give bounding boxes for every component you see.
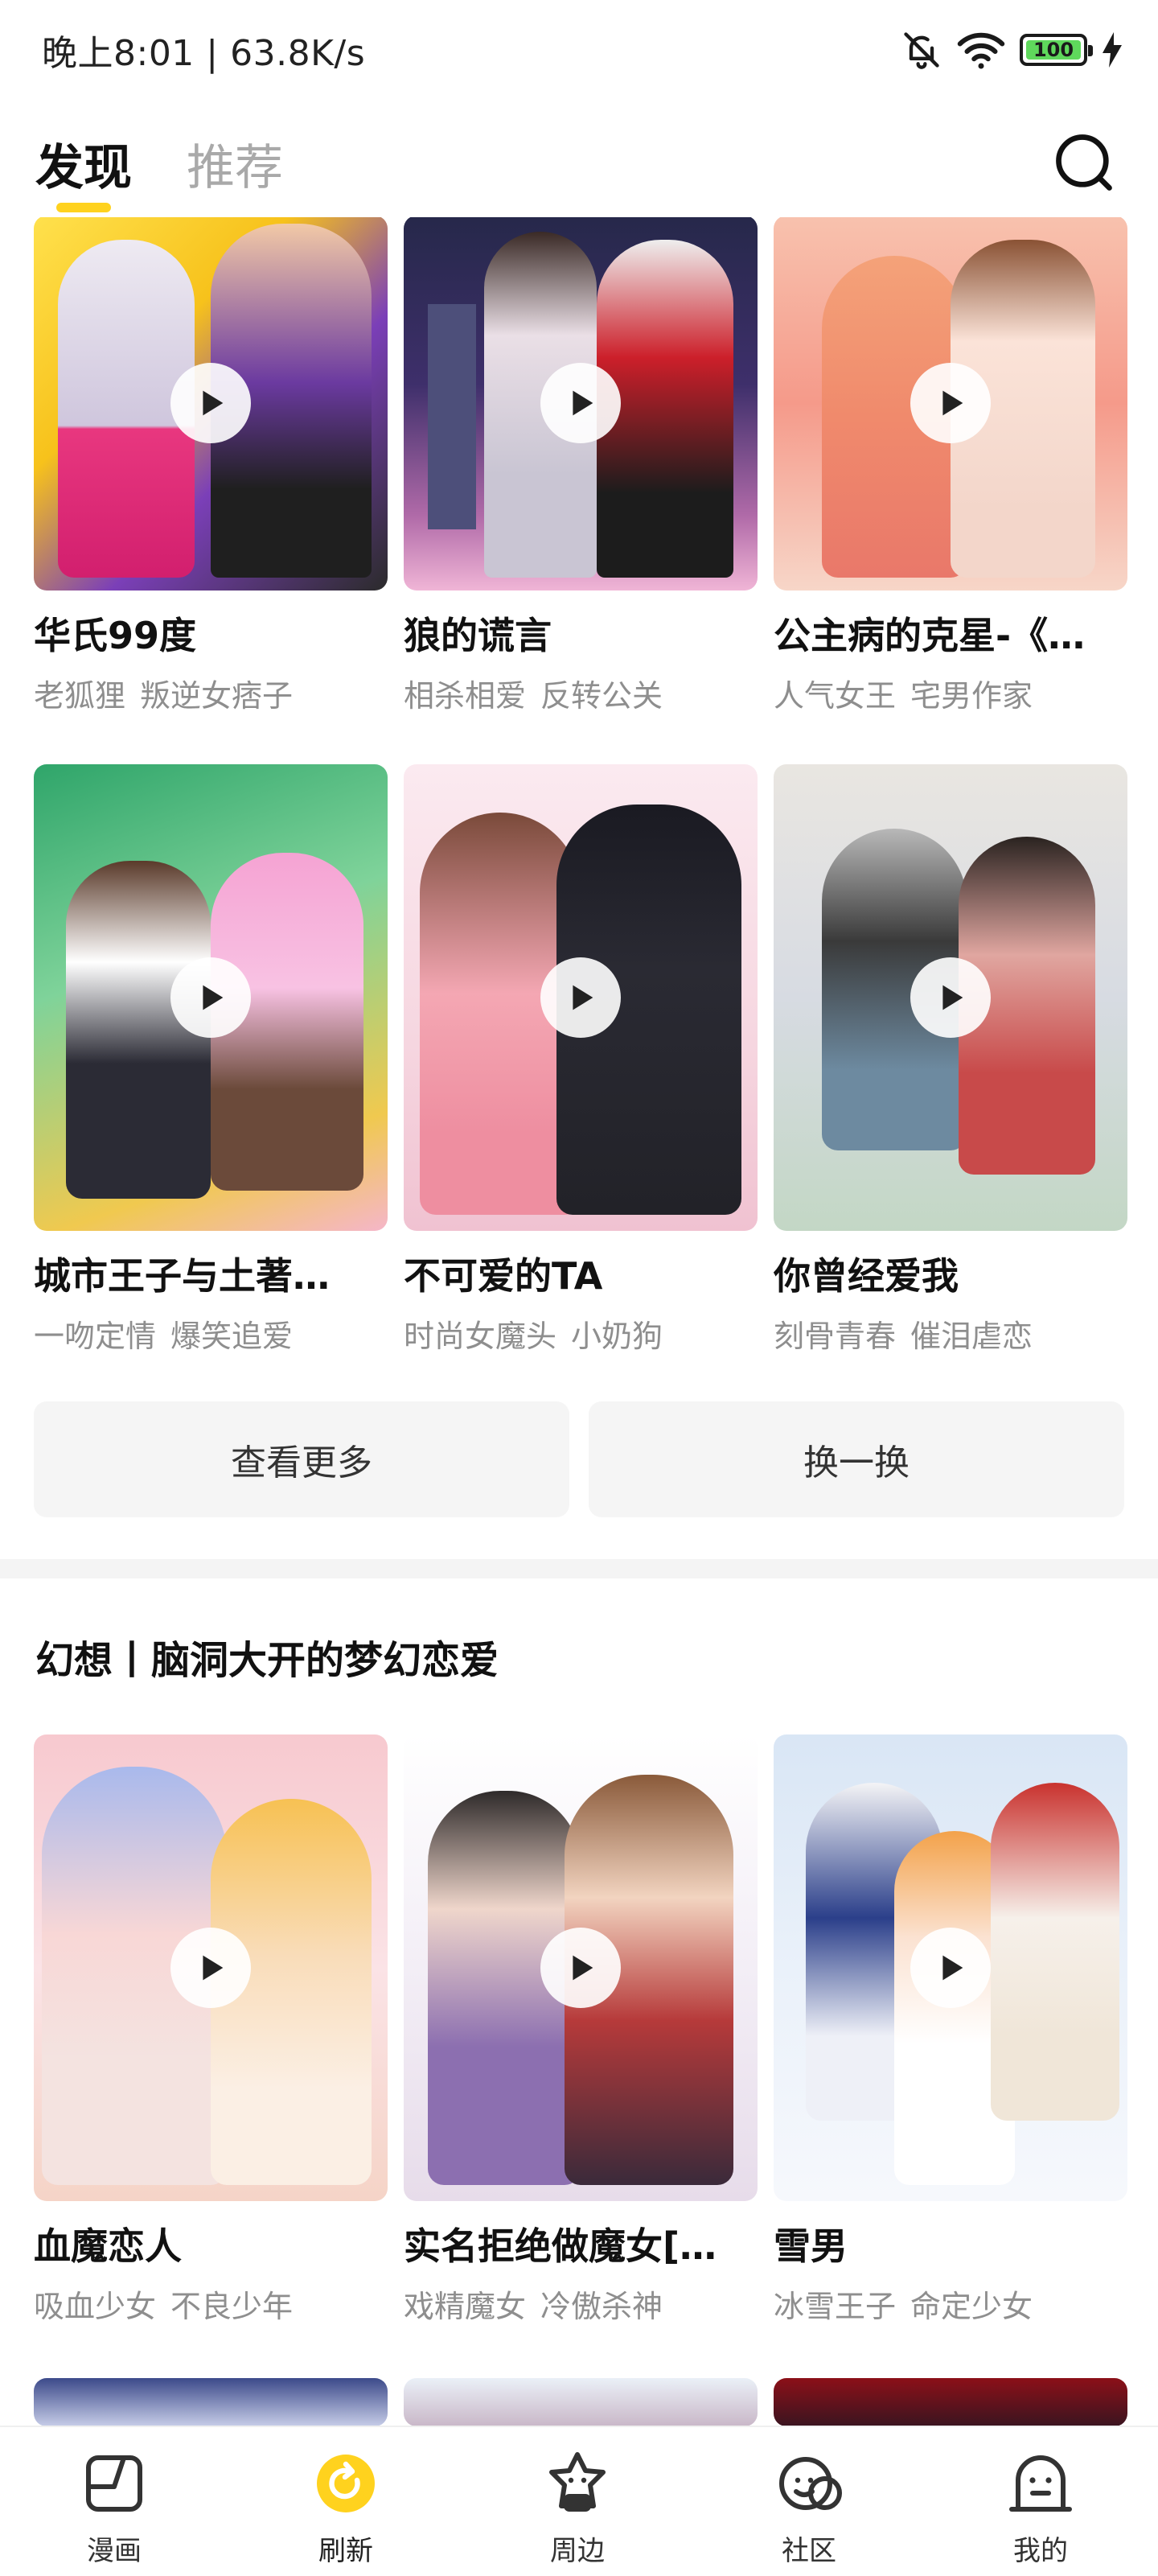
status-time-speed: 晚上8:01 | 63.8K/s	[42, 33, 366, 74]
play-button[interactable]	[170, 363, 251, 443]
comic-tags: 吸血少女 不良少年	[34, 2289, 294, 2324]
bottom-tab-bar: 漫画 刷新 周边 社区 我的	[0, 2426, 1158, 2576]
refresh-batch-button[interactable]: 换一换	[589, 1401, 1124, 1517]
play-button[interactable]	[910, 363, 991, 443]
active-tab-indicator	[56, 203, 111, 212]
comic-cover[interactable]	[774, 217, 1127, 591]
section-divider	[0, 1559, 1158, 1578]
tab-label: 我的	[1013, 2535, 1068, 2567]
comic-tags: 相杀相爱 反转公关	[404, 678, 663, 714]
comic-title[interactable]: 你曾经爱我	[774, 1247, 1127, 1300]
tab-merch[interactable]: 周边	[497, 2445, 658, 2568]
play-button[interactable]	[910, 1928, 991, 2008]
comic-card[interactable]	[404, 2378, 758, 2426]
comic-title[interactable]: 雪男	[774, 2217, 1127, 2270]
comic-card[interactable]: 雪男 冰雪王子 命定少女	[774, 1734, 1127, 2326]
comic-cover[interactable]	[34, 217, 388, 591]
play-button[interactable]	[170, 1928, 251, 2008]
comic-icon	[86, 2455, 142, 2512]
comic-title[interactable]: 狼的谎言	[404, 607, 758, 660]
comic-title[interactable]: 血魔恋人	[34, 2217, 388, 2270]
comic-tags: 人气女王 宅男作家	[774, 678, 1033, 714]
play-icon	[203, 985, 224, 1010]
comic-cover[interactable]	[404, 217, 758, 591]
wifi-icon	[957, 32, 1005, 69]
section-title: 幻想丨脑洞大开的梦幻恋爱	[35, 1638, 499, 1683]
tab-label: 刷新	[318, 2535, 373, 2567]
charging-icon	[1103, 32, 1122, 68]
status-bar: 晚上8:01 | 63.8K/s 100	[0, 0, 1158, 97]
top-nav: 发现 推荐	[0, 113, 1158, 217]
action-row: 查看更多 换一换	[34, 1401, 1124, 1517]
tab-profile[interactable]: 我的	[960, 2445, 1121, 2568]
feed-content[interactable]: 华氏99度 老狐狸 叛逆女痞子 狼的谎言 相杀相爱 反转公关 公主病的克星-《… 人…	[0, 217, 1158, 2426]
comic-grid-4	[0, 2378, 1158, 2426]
play-button[interactable]	[540, 957, 621, 1038]
comic-card[interactable]: 华氏99度 老狐狸 叛逆女痞子	[34, 217, 388, 715]
comic-cover[interactable]	[774, 764, 1127, 1231]
play-icon	[573, 1955, 593, 1981]
comic-cover[interactable]	[404, 2378, 758, 2426]
see-more-button[interactable]: 查看更多	[34, 1401, 569, 1517]
battery-icon: 100	[1020, 34, 1093, 66]
play-button[interactable]	[540, 363, 621, 443]
comic-card[interactable]: 不可爱的TA 时尚女魔头 小奶狗	[404, 764, 758, 1356]
comic-card[interactable]: 实名拒绝做魔女[… 戏精魔女 冷傲杀神	[404, 1734, 758, 2326]
play-icon	[573, 390, 593, 416]
tab-recommend[interactable]: 推荐	[187, 129, 283, 199]
play-icon	[942, 985, 963, 1010]
tab-comic[interactable]: 漫画	[34, 2445, 195, 2568]
comic-title[interactable]: 实名拒绝做魔女[…	[404, 2217, 758, 2270]
comic-card[interactable]	[34, 2378, 388, 2426]
play-button[interactable]	[910, 957, 991, 1038]
comic-cover[interactable]	[34, 2378, 388, 2426]
comic-card[interactable]: 血魔恋人 吸血少女 不良少年	[34, 1734, 388, 2326]
bell-off-icon	[904, 32, 939, 69]
tab-label: 漫画	[87, 2535, 142, 2567]
comic-tags: 一吻定情 爆笑追爱	[34, 1319, 294, 1354]
tab-discover[interactable]: 发现	[35, 129, 132, 199]
profile-icon	[1009, 2455, 1072, 2512]
comic-card[interactable]: 你曾经爱我 刻骨青春 催泪虐恋	[774, 764, 1127, 1356]
comic-grid-1: 华氏99度 老狐狸 叛逆女痞子 狼的谎言 相杀相爱 反转公关 公主病的克星-《… 人…	[0, 217, 1158, 827]
play-icon	[573, 985, 593, 1010]
community-icon	[779, 2457, 842, 2510]
comic-grid-3: 血魔恋人 吸血少女 不良少年 实名拒绝做魔女[… 戏精魔女 冷傲杀神 雪男 冰雪王子…	[0, 1734, 1158, 2346]
tab-label: 周边	[550, 2535, 605, 2567]
tab-label: 社区	[782, 2535, 836, 2567]
comic-card[interactable]: 城市王子与土著… 一吻定情 爆笑追爱	[34, 764, 388, 1356]
play-icon	[942, 390, 963, 416]
comic-tags: 戏精魔女 冷傲杀神	[404, 2289, 663, 2324]
comic-card[interactable]: 公主病的克星-《… 人气女王 宅男作家	[774, 217, 1127, 715]
play-icon	[203, 1955, 224, 1981]
comic-tags: 冰雪王子 命定少女	[774, 2289, 1033, 2324]
comic-tags: 时尚女魔头 小奶狗	[404, 1319, 663, 1354]
refresh-icon	[317, 2455, 375, 2512]
play-icon	[942, 1955, 963, 1981]
comic-title[interactable]: 华氏99度	[34, 607, 388, 660]
comic-tags: 刻骨青春 催泪虐恋	[774, 1319, 1033, 1354]
comic-cover[interactable]	[34, 764, 388, 1231]
comic-cover[interactable]	[34, 1734, 388, 2201]
comic-card[interactable]: 狼的谎言 相杀相爱 反转公关	[404, 217, 758, 715]
battery-level: 100	[1033, 39, 1074, 61]
comic-grid-2: 城市王子与土著… 一吻定情 爆笑追爱 不可爱的TA 时尚女魔头 小奶狗 你曾经爱我 …	[0, 764, 1158, 1376]
comic-cover[interactable]	[404, 1734, 758, 2201]
play-button[interactable]	[170, 957, 251, 1038]
play-button[interactable]	[540, 1928, 621, 2008]
play-icon	[203, 390, 224, 416]
comic-tags: 老狐狸 叛逆女痞子	[34, 678, 294, 714]
comic-title[interactable]: 城市王子与土著…	[34, 1247, 388, 1300]
comic-title[interactable]: 不可爱的TA	[404, 1247, 758, 1300]
comic-cover[interactable]	[774, 2378, 1127, 2426]
search-icon[interactable]	[1050, 129, 1118, 196]
comic-card[interactable]	[774, 2378, 1127, 2426]
comic-cover[interactable]	[774, 1734, 1127, 2201]
comic-cover[interactable]	[404, 764, 758, 1231]
ip-merch-icon	[549, 2452, 606, 2512]
tab-refresh[interactable]: 刷新	[265, 2445, 426, 2568]
tab-community[interactable]: 社区	[729, 2445, 889, 2568]
status-icons: 100	[901, 24, 1123, 76]
comic-title[interactable]: 公主病的克星-《…	[774, 607, 1127, 660]
